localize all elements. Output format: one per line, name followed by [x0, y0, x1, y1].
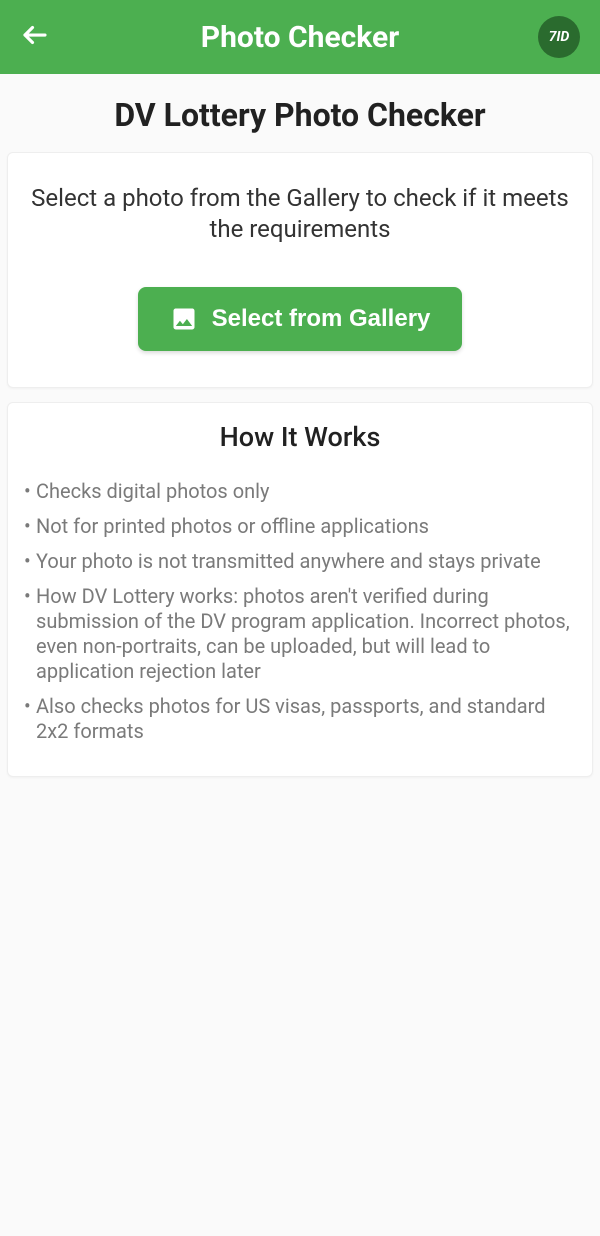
select-button-label: Select from Gallery — [212, 305, 431, 333]
back-button[interactable] — [20, 20, 50, 54]
arrow-left-icon — [20, 20, 50, 50]
list-item: Checks digital photos only — [24, 479, 576, 504]
list-item: Not for printed photos or offline applic… — [24, 514, 576, 539]
page-title: DV Lottery Photo Checker — [0, 74, 600, 152]
header-title: Photo Checker — [20, 20, 580, 55]
how-it-works-list: Checks digital photos only Not for print… — [24, 479, 576, 744]
select-photo-card: Select a photo from the Gallery to check… — [7, 152, 593, 388]
list-item: Your photo is not transmitted anywhere a… — [24, 549, 576, 574]
app-header: Photo Checker 7ID — [0, 0, 600, 74]
instruction-text: Select a photo from the Gallery to check… — [28, 183, 572, 245]
how-it-works-card: How It Works Checks digital photos only … — [7, 402, 593, 777]
list-item: How DV Lottery works: photos aren't veri… — [24, 584, 576, 684]
how-it-works-title: How It Works — [24, 421, 576, 453]
gallery-icon — [170, 305, 198, 333]
app-logo-badge: 7ID — [538, 16, 580, 58]
select-from-gallery-button[interactable]: Select from Gallery — [138, 287, 463, 351]
list-item: Also checks photos for US visas, passpor… — [24, 694, 576, 744]
logo-text: 7ID — [549, 29, 570, 45]
